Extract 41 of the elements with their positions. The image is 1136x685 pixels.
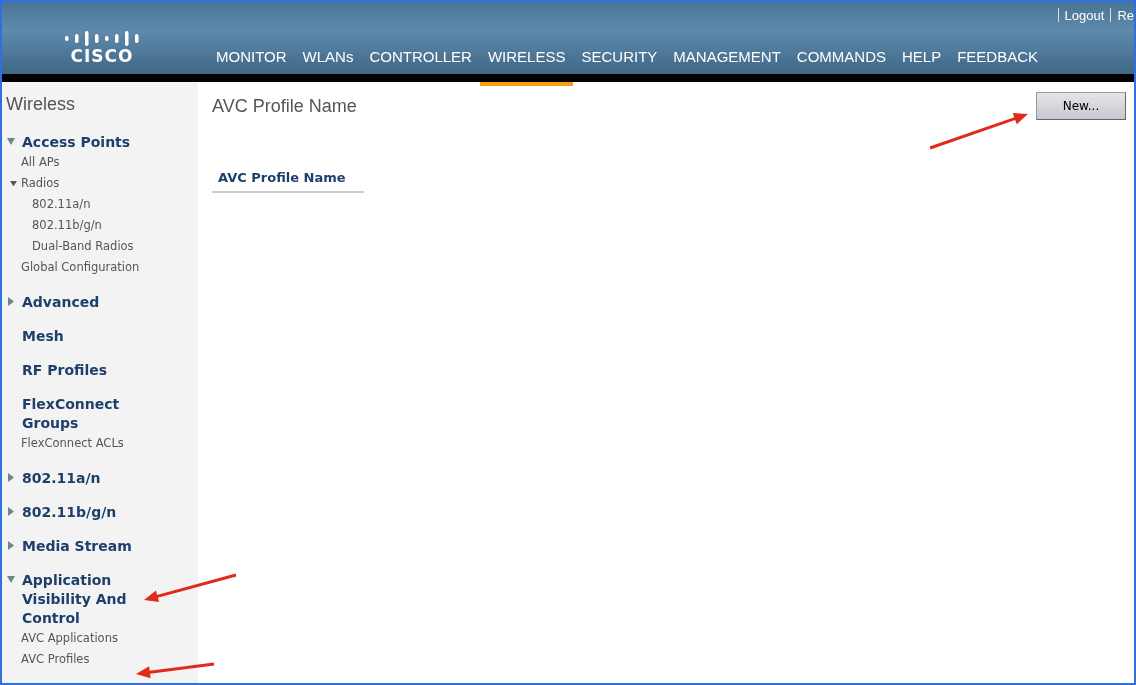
new-button[interactable]: New... [1036, 92, 1126, 120]
logo-bars-icon [63, 28, 141, 46]
sidebar-title: Wireless [6, 94, 75, 115]
expanded-triangle-icon[interactable] [10, 180, 17, 187]
nav-tab[interactable]: MONITOR [208, 48, 295, 86]
expanded-triangle-icon[interactable] [6, 575, 16, 584]
collapsed-triangle-icon[interactable] [6, 473, 16, 482]
nav-tab[interactable]: HELP [894, 48, 950, 86]
header-link[interactable]: Logout [1064, 8, 1105, 23]
sidebar-subitem[interactable]: All APs [21, 152, 60, 173]
sidebar-section[interactable]: RF Profiles [22, 361, 192, 380]
nav-tab[interactable]: MANAGEMENT [665, 48, 789, 86]
nav-tab[interactable]: WLANs [294, 48, 362, 86]
sidebar-section[interactable]: Access Points [22, 133, 132, 152]
sidebar-subitem[interactable]: 802.11b/g/n [32, 215, 102, 236]
sidebar-section[interactable]: 802.11b/g/n [22, 503, 192, 522]
sidebar-subitem[interactable]: Global Configuration [21, 257, 140, 278]
sidebar-section[interactable]: FlexConnect Groups [22, 395, 132, 433]
nav-tab[interactable]: FEEDBACK [949, 48, 1047, 86]
logo-wordmark: CISCO [70, 46, 134, 66]
sidebar-subitem[interactable]: 802.11a/n [32, 194, 91, 215]
sidebar-subitem[interactable]: FlexConnect ACLs [21, 433, 124, 454]
page-title: AVC Profile Name [212, 96, 357, 117]
collapsed-triangle-icon[interactable] [6, 541, 16, 550]
header-link[interactable]: Re [1117, 8, 1134, 23]
sidebar-subitem[interactable]: Dual-Band Radios [32, 236, 134, 257]
sidebar-subitem[interactable]: Radios [21, 173, 60, 194]
sidebar-section[interactable]: Media Stream [22, 537, 192, 556]
collapsed-triangle-icon[interactable] [6, 297, 16, 306]
expanded-triangle-icon[interactable] [6, 137, 16, 146]
nav-tab[interactable]: COMMANDS [788, 48, 894, 86]
sidebar-section[interactable]: 802.11a/n [22, 469, 192, 488]
collapsed-triangle-icon[interactable] [6, 507, 16, 516]
sidebar-section[interactable]: Mesh [22, 327, 192, 346]
column-header: AVC Profile Name [212, 170, 364, 193]
sidebar-section[interactable]: Application Visibility And Control [22, 571, 132, 628]
sidebar-subitem[interactable]: AVC Applications [21, 628, 118, 649]
nav-tab[interactable]: SECURITY [573, 48, 666, 86]
nav-tab[interactable]: CONTROLLER [361, 48, 480, 86]
sidebar-section[interactable]: Advanced [22, 293, 192, 312]
sidebar-subitem[interactable]: AVC Profiles [21, 649, 90, 670]
